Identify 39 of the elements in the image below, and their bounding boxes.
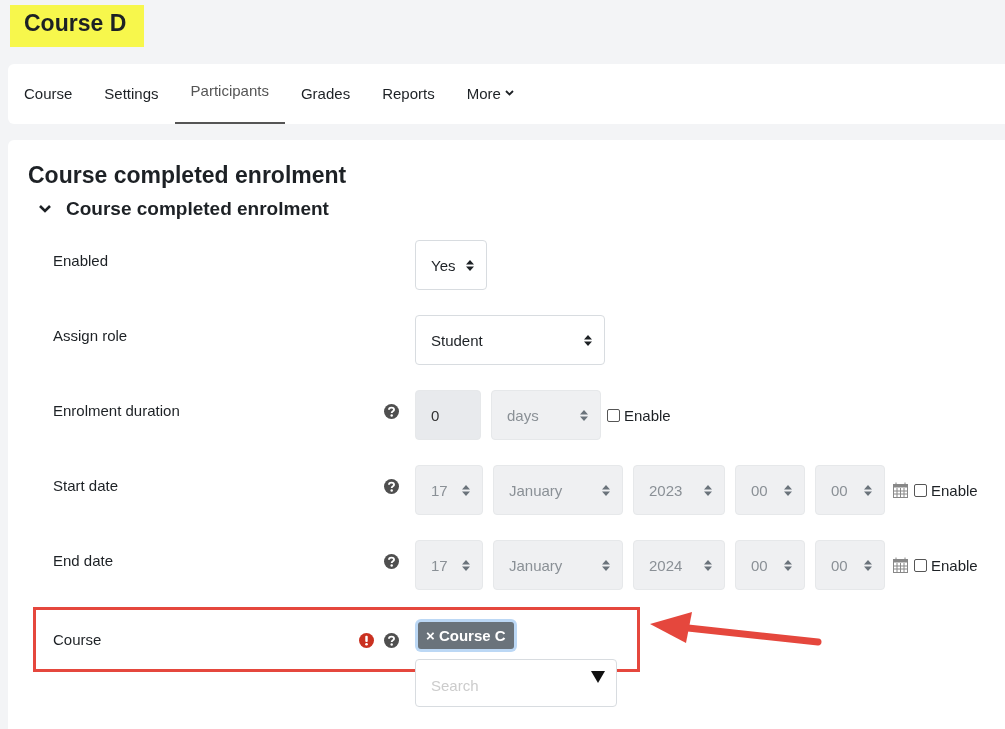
field-label: Enabled [53,252,109,271]
field-label: Course [53,631,102,650]
required-icon [359,633,374,648]
field-label: Start date [53,477,119,496]
nav-tab[interactable]: Participants [174,64,285,124]
sort-arrows-icon [466,259,474,271]
help-icon[interactable] [384,633,399,648]
section-title[interactable]: Course completed enrolment [66,198,329,220]
sort-arrows-icon [602,484,610,496]
nav-tab[interactable]: Course [8,64,89,124]
nav-tab[interactable]: Reports [366,64,451,124]
sort-arrows-icon [584,334,592,346]
sort-arrows-icon [864,484,872,496]
select-field[interactable]: Yes [415,240,487,290]
selected-tag[interactable]: × Course C [418,622,514,649]
field-label: End date [53,552,114,571]
nav-tab[interactable]: More [450,64,530,124]
nav-tab[interactable]: Settings [88,64,175,124]
checkbox-label: Enable [624,406,671,424]
sort-arrows-icon [580,409,588,421]
sort-arrows-icon [784,484,792,496]
sort-arrows-icon [462,559,470,571]
field-label: Enrolment duration [53,402,180,421]
caret-down-icon [591,671,605,683]
chevron-down-icon [504,90,514,96]
page-title: Course D [10,5,145,47]
sort-arrows-icon [602,559,610,571]
nav-tab[interactable]: Grades [284,64,367,124]
chevron-icon[interactable] [38,204,52,214]
checkbox-label: Enable [931,481,978,499]
sort-arrows-icon [784,559,792,571]
select-field[interactable]: Student [415,315,605,365]
sort-arrows-icon [704,484,712,496]
field-label: Assign role [53,327,128,346]
sort-arrows-icon [864,559,872,571]
page-heading: Course completed enrolment [28,161,348,190]
sort-arrows-icon [704,559,712,571]
checkbox-label: Enable [931,556,978,574]
sort-arrows-icon [462,484,470,496]
